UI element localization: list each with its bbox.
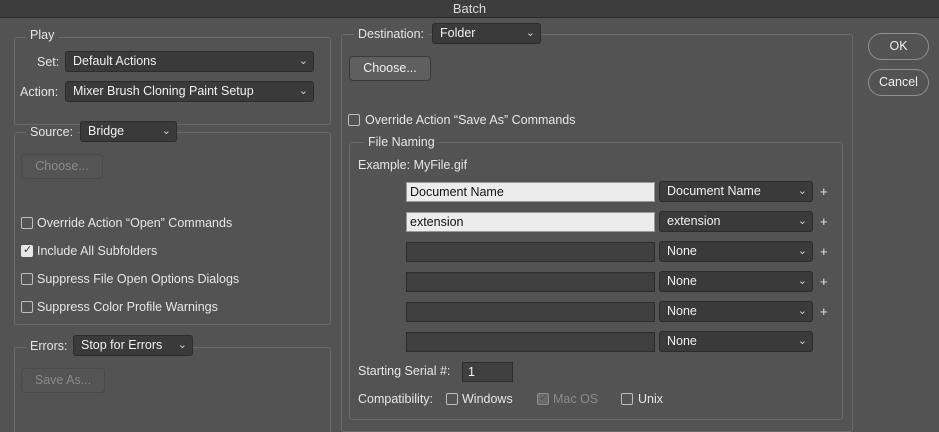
naming-text-6[interactable] xyxy=(406,332,655,352)
set-select[interactable]: Default Actions ⌄ xyxy=(65,51,314,72)
naming-select-5[interactable]: None ⌄ xyxy=(659,301,813,322)
chevron-down-icon: ⌄ xyxy=(797,335,807,347)
compat-macos-checkbox[interactable] xyxy=(537,391,549,405)
suppress-open-options-label: Suppress File Open Options Dialogs xyxy=(37,272,240,286)
override-open-label: Override Action “Open” Commands xyxy=(37,216,233,230)
compat-unix-checkbox[interactable] xyxy=(621,393,633,405)
errors-select[interactable]: Stop for Errors ⌄ xyxy=(73,335,193,356)
compat-unix-label: Unix xyxy=(638,392,664,406)
naming-text-3[interactable] xyxy=(406,242,655,262)
suppress-color-profile-checkbox[interactable] xyxy=(21,301,33,313)
compat-windows-label: Windows xyxy=(462,392,513,406)
override-save-as-checkbox[interactable] xyxy=(348,114,360,126)
chevron-down-icon: ⌄ xyxy=(797,245,807,257)
action-label: Action: xyxy=(20,85,59,99)
naming-select-4[interactable]: None ⌄ xyxy=(659,271,813,292)
include-subfolders-label: Include All Subfolders xyxy=(37,244,158,258)
destination-select[interactable]: Folder ⌄ xyxy=(432,23,541,44)
naming-select-value-3: None xyxy=(667,244,697,258)
include-subfolders-checkbox[interactable] xyxy=(21,243,33,257)
naming-select-1[interactable]: Document Name ⌄ xyxy=(659,181,813,202)
chevron-down-icon: ⌄ xyxy=(797,185,807,197)
override-save-as-label: Override Action “Save As” Commands xyxy=(365,113,576,127)
suppress-color-profile-label: Suppress Color Profile Warnings xyxy=(37,300,218,314)
naming-select-value-5: None xyxy=(667,304,697,318)
action-select-value: Mixer Brush Cloning Paint Setup xyxy=(73,84,254,98)
naming-select-2[interactable]: extension ⌄ xyxy=(659,211,813,232)
errors-select-value: Stop for Errors xyxy=(81,338,163,352)
naming-select-3[interactable]: None ⌄ xyxy=(659,241,813,262)
chevron-down-icon: ⌄ xyxy=(797,305,807,317)
add-field-button-4[interactable]: + xyxy=(820,274,828,289)
chevron-down-icon: ⌄ xyxy=(177,339,187,351)
add-field-button-5[interactable]: + xyxy=(820,304,828,319)
play-legend: Play xyxy=(26,28,59,42)
window-title: Batch xyxy=(0,0,939,18)
compatibility-label: Compatibility: xyxy=(358,392,434,406)
serial-label: Starting Serial #: xyxy=(358,364,451,378)
naming-select-value-1: Document Name xyxy=(667,184,761,198)
naming-text-4[interactable] xyxy=(406,272,655,292)
naming-select-value-2: extension xyxy=(667,214,721,228)
action-select[interactable]: Mixer Brush Cloning Paint Setup ⌄ xyxy=(65,81,314,102)
chevron-down-icon: ⌄ xyxy=(298,55,308,67)
naming-text-5[interactable] xyxy=(406,302,655,322)
destination-label: Destination: xyxy=(354,27,429,41)
naming-select-6[interactable]: None ⌄ xyxy=(659,331,813,352)
source-select-value: Bridge xyxy=(88,124,125,138)
chevron-down-icon: ⌄ xyxy=(797,275,807,287)
serial-input[interactable]: 1 xyxy=(462,362,513,382)
ok-button[interactable]: OK xyxy=(868,33,929,60)
chevron-down-icon: ⌄ xyxy=(298,85,308,97)
chevron-down-icon: ⌄ xyxy=(525,27,535,39)
set-label: Set: xyxy=(37,55,60,69)
chevron-down-icon: ⌄ xyxy=(161,125,171,137)
errors-save-as-button[interactable]: Save As... xyxy=(21,368,105,393)
errors-label: Errors: xyxy=(26,339,72,353)
file-naming-legend: File Naming xyxy=(364,135,439,149)
override-open-checkbox[interactable] xyxy=(21,217,33,229)
destination-choose-button[interactable]: Choose... xyxy=(349,56,431,81)
naming-text-2[interactable]: extension xyxy=(406,212,655,232)
destination-select-value: Folder xyxy=(440,26,476,40)
cancel-button[interactable]: Cancel xyxy=(868,69,929,96)
compat-windows-checkbox[interactable] xyxy=(446,393,458,405)
naming-text-1[interactable]: Document Name xyxy=(406,182,655,202)
add-field-button-2[interactable]: + xyxy=(820,214,828,229)
chevron-down-icon: ⌄ xyxy=(797,215,807,227)
add-field-button-1[interactable]: + xyxy=(820,184,828,199)
suppress-open-options-checkbox[interactable] xyxy=(21,273,33,285)
add-field-button-3[interactable]: + xyxy=(820,244,828,259)
source-label: Source: xyxy=(26,125,78,139)
naming-select-value-4: None xyxy=(667,274,697,288)
source-choose-button[interactable]: Choose... xyxy=(21,154,103,179)
batch-dialog: Play Set: Default Actions ⌄ Action: Mixe… xyxy=(0,18,939,432)
source-select[interactable]: Bridge ⌄ xyxy=(80,121,177,142)
example-label: Example: MyFile.gif xyxy=(358,158,468,172)
compat-macos-label: Mac OS xyxy=(553,392,599,406)
set-select-value: Default Actions xyxy=(73,54,157,68)
naming-select-value-6: None xyxy=(667,334,697,348)
